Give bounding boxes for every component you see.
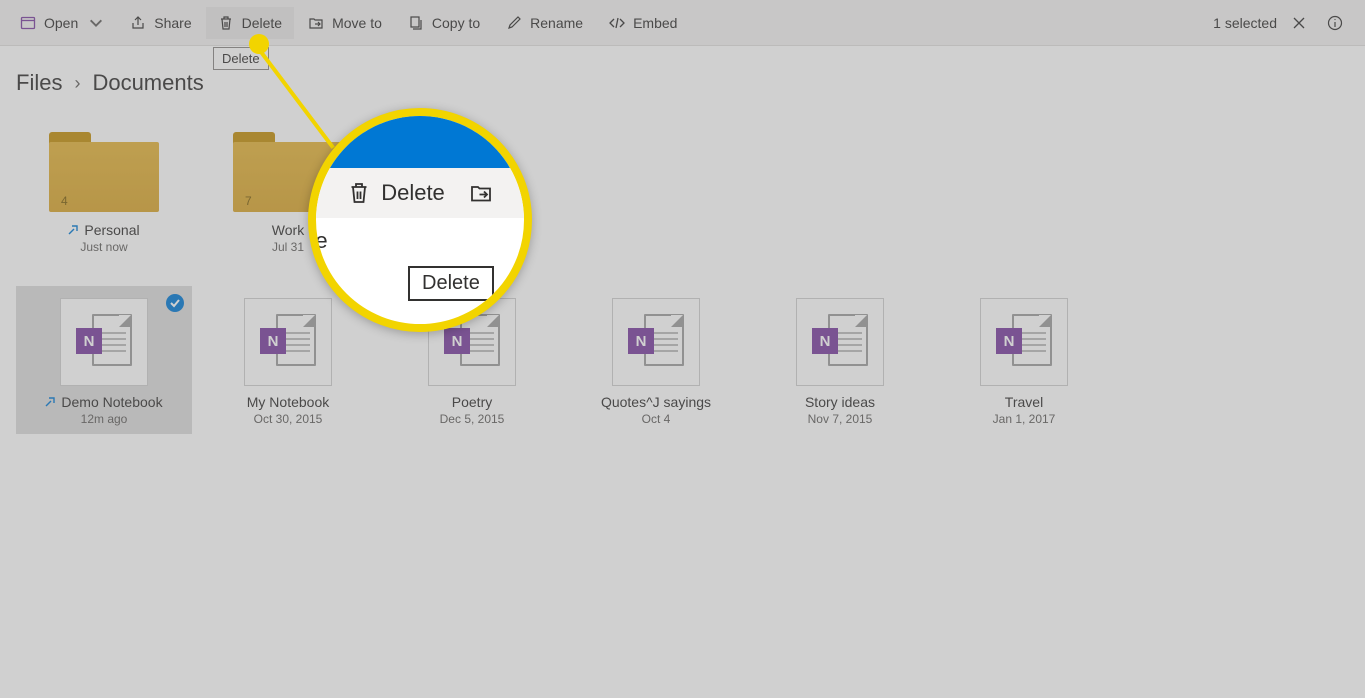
close-icon xyxy=(1292,16,1306,30)
share-label: Share xyxy=(154,15,191,31)
file-name: Travel xyxy=(1005,394,1043,410)
command-bar-left: Open Share Delete Move to Copy to Rename… xyxy=(8,7,689,39)
info-icon xyxy=(1327,15,1343,31)
folder-tile-work[interactable]: 7 Work Jul 31 xyxy=(200,112,376,262)
shared-icon xyxy=(45,394,57,410)
file-tile-travel[interactable]: N Travel Jan 1, 2017 xyxy=(936,286,1112,434)
onenote-icon: N xyxy=(796,298,884,386)
onenote-icon: N xyxy=(980,298,1068,386)
folder-count: 4 xyxy=(61,194,68,208)
share-icon xyxy=(130,15,146,31)
file-name: Story ideas xyxy=(805,394,875,410)
share-button[interactable]: Share xyxy=(118,7,203,39)
move-to-label: Move to xyxy=(332,15,382,31)
file-grid: 4 Personal Just now 7 Work Jul 31 N Demo… xyxy=(0,104,1365,466)
file-meta: Nov 7, 2015 xyxy=(808,412,873,426)
onenote-icon: N xyxy=(60,298,148,386)
embed-button[interactable]: Embed xyxy=(597,7,689,39)
file-tile-demo-notebook[interactable]: N Demo Notebook 12m ago xyxy=(16,286,192,434)
embed-icon xyxy=(609,15,625,31)
file-name: Quotes^J sayings xyxy=(601,394,711,410)
folder-meta: Just now xyxy=(80,240,127,254)
file-tile-poetry[interactable]: N Poetry Dec 5, 2015 xyxy=(384,286,560,434)
file-tile-quotes[interactable]: N Quotes^J sayings Oct 4 xyxy=(568,286,744,434)
trash-icon xyxy=(218,15,234,31)
folder-row: 4 Personal Just now 7 Work Jul 31 xyxy=(16,112,1349,262)
folder-name: Work xyxy=(272,222,304,238)
open-label: Open xyxy=(44,15,78,31)
folder-name: Personal xyxy=(68,222,139,238)
embed-label: Embed xyxy=(633,15,677,31)
folder-icon: 7 xyxy=(233,132,343,214)
copy-to-icon xyxy=(408,15,424,31)
delete-tooltip: Delete xyxy=(213,47,269,70)
clear-selection-button[interactable] xyxy=(1285,9,1313,37)
move-to-button[interactable]: Move to xyxy=(296,7,394,39)
chevron-down-icon xyxy=(88,15,104,31)
folder-icon: 4 xyxy=(49,132,159,214)
onenote-icon: N xyxy=(612,298,700,386)
rename-label: Rename xyxy=(530,15,583,31)
file-name: My Notebook xyxy=(247,394,329,410)
rename-icon xyxy=(506,15,522,31)
file-meta: Jan 1, 2017 xyxy=(993,412,1056,426)
move-to-icon xyxy=(308,15,324,31)
rename-button[interactable]: Rename xyxy=(494,7,595,39)
delete-label: Delete xyxy=(242,15,282,31)
breadcrumb-current[interactable]: Documents xyxy=(92,70,203,96)
file-name: Demo Notebook xyxy=(45,394,162,410)
selected-check-icon xyxy=(166,294,184,312)
breadcrumb-root[interactable]: Files xyxy=(16,70,62,96)
shared-icon xyxy=(68,222,80,238)
file-tile-my-notebook[interactable]: N My Notebook Oct 30, 2015 xyxy=(200,286,376,434)
info-button[interactable] xyxy=(1321,9,1349,37)
onenote-icon: N xyxy=(244,298,332,386)
chevron-right-icon: › xyxy=(74,73,80,94)
onenote-icon: N xyxy=(428,298,516,386)
delete-button[interactable]: Delete xyxy=(206,7,294,39)
file-meta: Oct 4 xyxy=(642,412,671,426)
file-tile-story-ideas[interactable]: N Story ideas Nov 7, 2015 xyxy=(752,286,928,434)
file-name: Poetry xyxy=(452,394,492,410)
file-meta: 12m ago xyxy=(81,412,128,426)
folder-meta: Jul 31 xyxy=(272,240,304,254)
copy-to-button[interactable]: Copy to xyxy=(396,7,492,39)
file-meta: Dec 5, 2015 xyxy=(440,412,505,426)
files-row: N Demo Notebook 12m ago N My Notebook Oc… xyxy=(16,286,1349,434)
open-button[interactable]: Open xyxy=(8,7,116,39)
command-bar: Open Share Delete Move to Copy to Rename… xyxy=(0,0,1365,46)
selection-count: 1 selected xyxy=(1213,15,1277,31)
folder-tile-personal[interactable]: 4 Personal Just now xyxy=(16,112,192,262)
command-bar-right: 1 selected xyxy=(1213,9,1357,37)
copy-to-label: Copy to xyxy=(432,15,480,31)
open-icon xyxy=(20,15,36,31)
folder-count: 7 xyxy=(245,194,252,208)
file-meta: Oct 30, 2015 xyxy=(254,412,323,426)
breadcrumb: Files › Documents xyxy=(0,46,1365,104)
